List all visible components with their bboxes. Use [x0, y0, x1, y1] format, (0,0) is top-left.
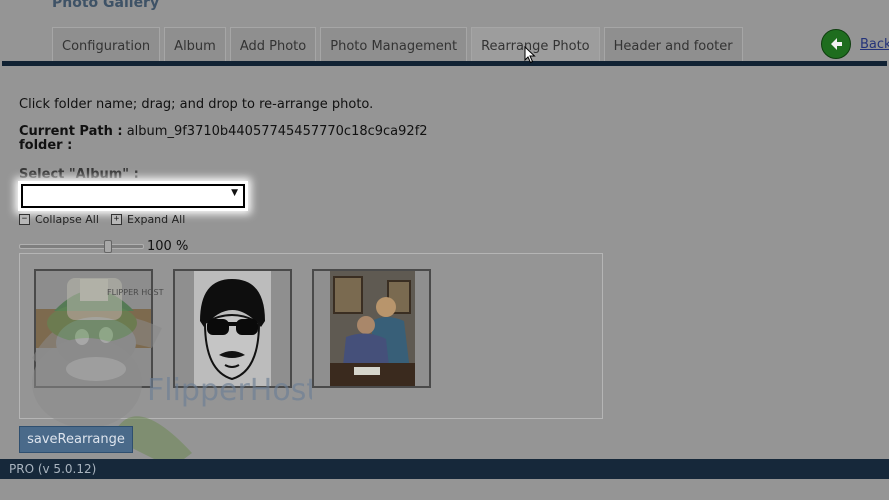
tab-configuration[interactable]: Configuration: [52, 27, 161, 61]
tab-bar: Configuration Album Add Photo Photo Mana…: [52, 27, 747, 63]
photo-grid: [19, 253, 603, 419]
footer-bar: PRO (v 5.0.12): [0, 459, 889, 479]
collapse-all-label: Collapse All: [35, 213, 99, 226]
photo-thumbnail[interactable]: [173, 269, 292, 388]
folder-label: folder :: [19, 138, 73, 153]
album-select[interactable]: ▼: [21, 184, 245, 208]
photo-thumbnail[interactable]: [34, 269, 153, 388]
photo-thumbnail[interactable]: [312, 269, 431, 388]
tab-album[interactable]: Album: [164, 27, 226, 61]
save-rearrange-button[interactable]: saveRearrange: [19, 426, 133, 453]
current-path-label: Current Path :: [19, 124, 123, 139]
expand-icon: +: [111, 214, 122, 225]
tab-bar-underline: [2, 61, 887, 66]
tab-add-photo[interactable]: Add Photo: [229, 27, 317, 61]
album-select-highlight: ▼: [18, 181, 248, 211]
tab-header-and-footer[interactable]: Header and footer: [603, 27, 743, 61]
version-text: PRO (v 5.0.12): [9, 462, 97, 476]
back-label[interactable]: Back: [860, 37, 889, 52]
zoom-slider-thumb[interactable]: [104, 240, 112, 253]
zoom-slider-track[interactable]: [19, 244, 144, 249]
zoom-slider[interactable]: [19, 240, 144, 253]
tab-photo-management[interactable]: Photo Management: [320, 27, 468, 61]
back-arrow-icon[interactable]: [821, 29, 851, 59]
expand-all-button[interactable]: + Expand All: [111, 213, 185, 226]
couple-portrait-photo-icon: [314, 271, 429, 386]
expand-all-label: Expand All: [127, 213, 186, 226]
collapse-all-button[interactable]: − Collapse All: [19, 213, 99, 226]
current-path-value: album_9f3710b44057745457770c18c9ca92f2: [126, 124, 428, 139]
flipper-hat-photo-icon: [36, 271, 151, 386]
instructions-text: Click folder name; drag; and drop to re-…: [19, 97, 374, 112]
page-title: Photo Gallery: [52, 0, 160, 11]
sunglasses-face-photo-icon: [175, 271, 290, 386]
current-path: Current Path : album_9f3710b440577454577…: [19, 125, 428, 153]
dropdown-arrow-icon[interactable]: ▼: [231, 188, 238, 198]
back-link[interactable]: Back: [821, 29, 889, 59]
collapse-icon: −: [19, 214, 30, 225]
zoom-value: 100 %: [147, 239, 189, 254]
select-album-label: Select "Album" :: [19, 167, 139, 182]
mouse-cursor-icon: [524, 46, 536, 64]
